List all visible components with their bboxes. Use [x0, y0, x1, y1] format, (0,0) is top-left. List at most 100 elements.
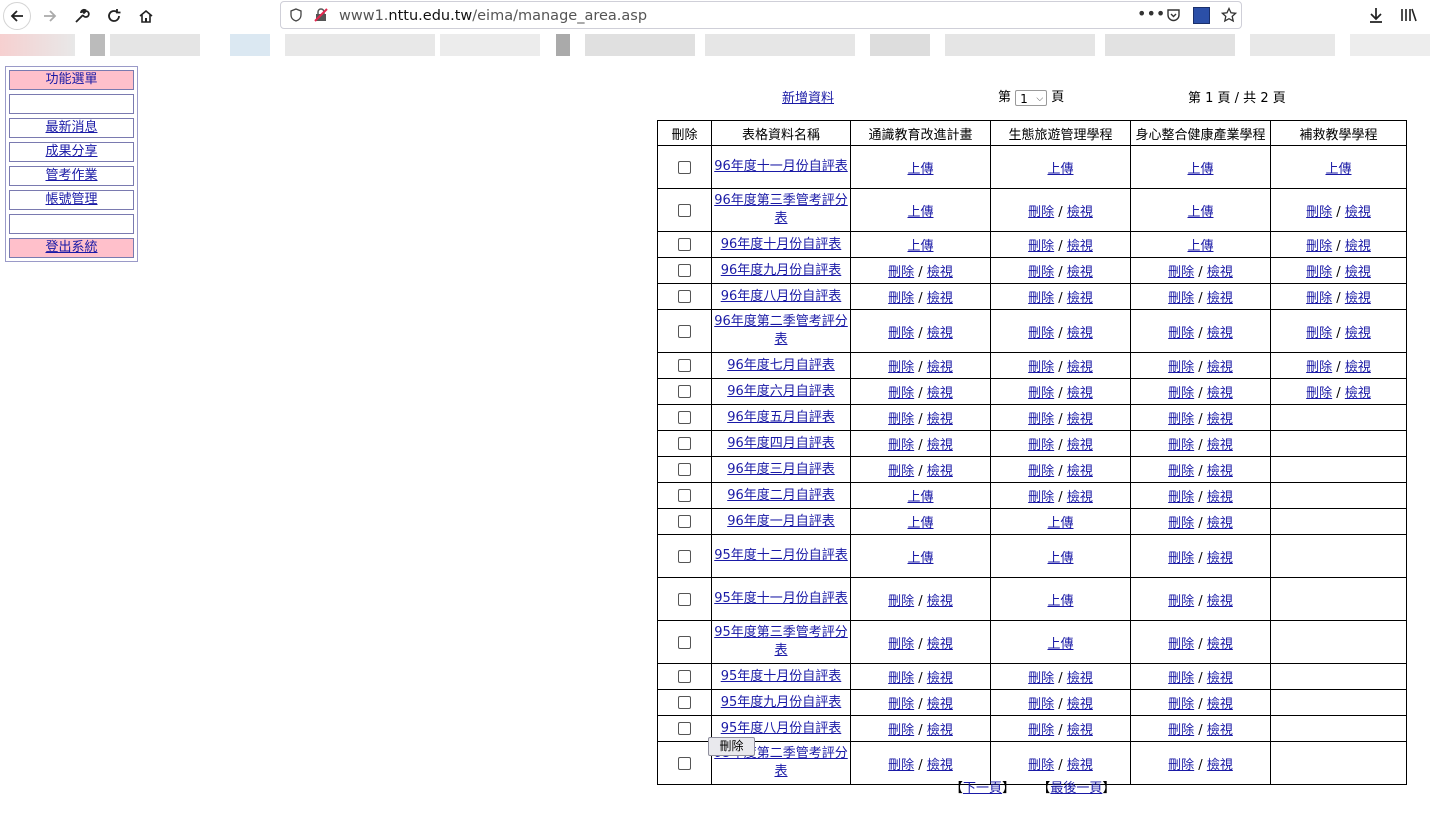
view-link[interactable]: 檢視	[1345, 326, 1371, 341]
view-link[interactable]: 檢視	[927, 412, 953, 427]
view-link[interactable]: 檢視	[1067, 723, 1093, 738]
home-button[interactable]	[132, 2, 160, 30]
delete-link[interactable]: 刪除	[1028, 758, 1054, 773]
upload-link[interactable]: 上傳	[907, 239, 933, 254]
delete-link[interactable]: 刪除	[1028, 386, 1054, 401]
row-checkbox[interactable]	[678, 385, 691, 398]
form-name-link[interactable]: 95年度第三季管考評分表	[714, 625, 848, 658]
view-link[interactable]: 檢視	[1207, 360, 1233, 375]
view-link[interactable]: 檢視	[1207, 637, 1233, 652]
delete-link[interactable]: 刪除	[1168, 412, 1194, 427]
delete-link[interactable]: 刪除	[888, 637, 914, 652]
delete-link[interactable]: 刪除	[1168, 438, 1194, 453]
view-link[interactable]: 檢視	[1207, 438, 1233, 453]
view-link[interactable]: 檢視	[927, 438, 953, 453]
view-link[interactable]: 檢視	[1207, 291, 1233, 306]
form-name-link[interactable]: 96年度九月份自評表	[721, 263, 842, 278]
delete-link[interactable]: 刪除	[888, 386, 914, 401]
menu-item-logout[interactable]: 登出系統	[9, 238, 134, 258]
menu-item-accounts[interactable]: 帳號管理	[9, 190, 134, 210]
delete-link[interactable]: 刪除	[1168, 671, 1194, 686]
view-link[interactable]: 檢視	[1207, 697, 1233, 712]
delete-link[interactable]: 刪除	[1168, 360, 1194, 375]
view-link[interactable]: 檢視	[1067, 412, 1093, 427]
delete-link[interactable]: 刪除	[1168, 758, 1194, 773]
form-name-link[interactable]: 96年度第二季管考評分表	[714, 314, 848, 347]
view-link[interactable]: 檢視	[1207, 326, 1233, 341]
upload-link[interactable]: 上傳	[1187, 205, 1213, 220]
row-checkbox[interactable]	[678, 359, 691, 372]
view-link[interactable]: 檢視	[1067, 697, 1093, 712]
row-checkbox[interactable]	[678, 437, 691, 450]
upload-link[interactable]: 上傳	[907, 551, 933, 566]
form-name-link[interactable]: 96年度八月份自評表	[721, 289, 842, 304]
delete-link[interactable]: 刪除	[1306, 360, 1332, 375]
menu-item-review[interactable]: 管考作業	[9, 166, 134, 186]
form-name-link[interactable]: 95年度八月份自評表	[721, 721, 842, 736]
row-checkbox[interactable]	[678, 203, 691, 217]
menu-link-review[interactable]: 管考作業	[45, 168, 97, 183]
upload-link[interactable]: 上傳	[907, 490, 933, 505]
row-checkbox[interactable]	[678, 670, 691, 683]
delete-link[interactable]: 刪除	[1168, 464, 1194, 479]
delete-link[interactable]: 刪除	[888, 464, 914, 479]
form-name-link[interactable]: 96年度三月自評表	[727, 462, 835, 477]
row-checkbox[interactable]	[678, 160, 691, 174]
upload-link[interactable]: 上傳	[907, 205, 933, 220]
delete-link[interactable]: 刪除	[1168, 723, 1194, 738]
view-link[interactable]: 檢視	[1207, 594, 1233, 609]
delete-link[interactable]: 刪除	[888, 265, 914, 280]
row-checkbox[interactable]	[678, 549, 691, 563]
delete-link[interactable]: 刪除	[1168, 326, 1194, 341]
view-link[interactable]: 檢視	[1067, 386, 1093, 401]
delete-link[interactable]: 刪除	[1028, 360, 1054, 375]
delete-link[interactable]: 刪除	[1306, 291, 1332, 306]
view-link[interactable]: 檢視	[1067, 265, 1093, 280]
delete-link[interactable]: 刪除	[1306, 326, 1332, 341]
logout-link[interactable]: 登出系統	[45, 240, 97, 255]
menu-item-news[interactable]: 最新消息	[9, 118, 134, 138]
delete-link[interactable]: 刪除	[1028, 326, 1054, 341]
row-checkbox[interactable]	[678, 722, 691, 735]
menu-link-news[interactable]: 最新消息	[45, 120, 97, 135]
delete-link[interactable]: 刪除	[1028, 723, 1054, 738]
delete-link[interactable]: 刪除	[888, 671, 914, 686]
view-link[interactable]: 檢視	[1345, 205, 1371, 220]
view-link[interactable]: 檢視	[927, 594, 953, 609]
form-name-link[interactable]: 95年度十一月份自評表	[714, 591, 848, 606]
view-link[interactable]: 檢視	[927, 723, 953, 738]
delete-link[interactable]: 刪除	[888, 412, 914, 427]
row-checkbox[interactable]	[678, 238, 691, 251]
upload-link[interactable]: 上傳	[1047, 594, 1073, 609]
delete-link[interactable]: 刪除	[1028, 265, 1054, 280]
view-link[interactable]: 檢視	[927, 758, 953, 773]
view-link[interactable]: 檢視	[1067, 291, 1093, 306]
delete-link[interactable]: 刪除	[1168, 516, 1194, 531]
row-checkbox[interactable]	[678, 463, 691, 476]
view-link[interactable]: 檢視	[1207, 758, 1233, 773]
upload-link[interactable]: 上傳	[907, 516, 933, 531]
delete-link[interactable]: 刪除	[1168, 697, 1194, 712]
delete-link[interactable]: 刪除	[1028, 412, 1054, 427]
view-link[interactable]: 檢視	[1067, 464, 1093, 479]
upload-link[interactable]: 上傳	[1187, 239, 1213, 254]
delete-link[interactable]: 刪除	[888, 438, 914, 453]
forward-button[interactable]	[36, 2, 64, 30]
delete-link[interactable]: 刪除	[1168, 637, 1194, 652]
view-link[interactable]: 檢視	[1207, 464, 1233, 479]
view-link[interactable]: 檢視	[1067, 671, 1093, 686]
delete-link[interactable]: 刪除	[888, 723, 914, 738]
delete-link[interactable]: 刪除	[1306, 386, 1332, 401]
view-link[interactable]: 檢視	[1345, 386, 1371, 401]
back-button[interactable]	[3, 2, 31, 30]
page-select[interactable]: 1 ⌵	[1015, 89, 1048, 106]
next-page-link[interactable]: 下一頁	[963, 781, 1002, 796]
delete-link[interactable]: 刪除	[1168, 594, 1194, 609]
view-link[interactable]: 檢視	[1207, 386, 1233, 401]
row-checkbox[interactable]	[678, 411, 691, 424]
form-name-link[interactable]: 96年度七月自評表	[727, 358, 835, 373]
view-link[interactable]: 檢視	[927, 326, 953, 341]
delete-link[interactable]: 刪除	[1028, 464, 1054, 479]
last-page-link[interactable]: 最後一頁	[1050, 781, 1102, 796]
view-link[interactable]: 檢視	[1207, 723, 1233, 738]
